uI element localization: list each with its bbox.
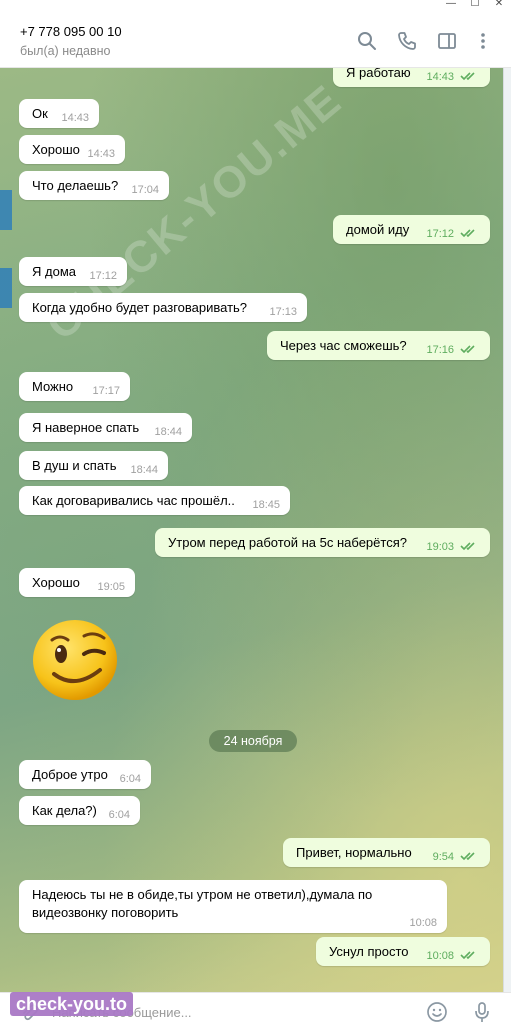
message-time: 19:03 [426, 541, 454, 553]
message-time: 6:04 [119, 773, 141, 785]
message-time: 10:08 [426, 950, 454, 962]
incoming-message[interactable]: Когда удобно будет разговаривать? 17:13 [19, 293, 307, 322]
message-time: 17:04 [131, 184, 159, 196]
message-text: Когда удобно будет разговаривать? [32, 300, 248, 315]
message-text: Ок [32, 106, 48, 121]
chat-history[interactable]: CHECK-YOU.ME Я работаю 14:43 Ок 14:43 Хорошо… [0, 68, 503, 992]
message-time: 17:16 [426, 344, 454, 356]
double-check-icon [460, 852, 475, 861]
incoming-message[interactable]: Ок 14:43 [19, 99, 99, 128]
incoming-message[interactable]: Как договаривались час прошёл.. 18:45 [19, 486, 290, 515]
message-time: 18:44 [130, 464, 158, 476]
incoming-message[interactable]: Я наверное спать 18:44 [19, 413, 192, 442]
message-text: Что делаешь? [32, 178, 119, 193]
incoming-message[interactable]: В душ и спать 18:44 [19, 451, 168, 480]
message-time: 17:12 [89, 270, 117, 282]
close-button[interactable]: ✕ [487, 0, 511, 10]
double-check-icon [460, 229, 475, 238]
site-logo-watermark: check-you.to [10, 992, 134, 1016]
sidebar-toggle-icon[interactable] [436, 30, 458, 52]
message-time: 14:43 [426, 71, 454, 83]
message-time: 10:08 [409, 917, 437, 929]
emoji-icon[interactable] [426, 1001, 448, 1023]
chat-title[interactable]: +7 778 095 00 10 [20, 24, 122, 39]
maximize-button[interactable]: ☐ [463, 0, 487, 10]
background-window-edge [0, 190, 12, 230]
message-text: Доброе утро [32, 767, 108, 782]
message-time: 6:04 [108, 809, 130, 821]
message-time: 18:44 [154, 426, 182, 438]
outgoing-message[interactable]: Я работаю 14:43 [333, 68, 490, 87]
date-separator: 24 ноября [209, 730, 297, 752]
incoming-message[interactable]: Как дела?) 6:04 [19, 796, 140, 825]
double-check-icon [460, 542, 475, 551]
double-check-icon [460, 951, 475, 960]
outgoing-message[interactable]: Через час сможешь? 17:16 [267, 331, 490, 360]
message-time: 9:54 [432, 851, 454, 863]
incoming-message[interactable]: Я дома 17:12 [19, 257, 127, 286]
double-check-icon [460, 72, 475, 81]
incoming-message[interactable]: Что делаешь? 17:04 [19, 171, 169, 200]
message-text: Хорошо [32, 575, 80, 590]
message-time: 18:45 [252, 499, 280, 511]
message-time: 14:43 [87, 148, 115, 160]
microphone-icon[interactable] [471, 1000, 493, 1024]
phone-icon[interactable] [396, 30, 418, 52]
outgoing-message[interactable]: домой иду 17:12 [333, 215, 490, 244]
chat-header: +7 778 095 00 10 был(а) недавно [0, 0, 511, 68]
outgoing-message[interactable]: Утром перед работой на 5с наберётся? 19:0… [155, 528, 490, 557]
message-time: 17:13 [269, 306, 297, 318]
background-window-edge [0, 268, 12, 308]
scrollbar-track[interactable] [503, 68, 511, 992]
message-text: Привет, нормально [296, 845, 412, 860]
incoming-message[interactable]: Хорошо 14:43 [19, 135, 125, 164]
incoming-message[interactable]: Можно 17:17 [19, 372, 130, 401]
minimize-button[interactable]: — [439, 0, 463, 10]
double-check-icon [460, 345, 475, 354]
winking-face-sticker[interactable] [30, 618, 120, 702]
message-text: Уснул просто [329, 944, 409, 959]
chat-status: был(а) недавно [20, 44, 111, 58]
message-time: 17:12 [426, 228, 454, 240]
outgoing-message[interactable]: Привет, нормально 9:54 [283, 838, 490, 867]
message-time: 17:17 [92, 385, 120, 397]
message-text: Можно [32, 379, 74, 394]
message-text: Я работаю [346, 68, 411, 80]
message-time: 19:05 [97, 581, 125, 593]
message-text: Как договаривались час прошёл.. [32, 493, 235, 508]
incoming-message[interactable]: Доброе утро 6:04 [19, 760, 151, 789]
message-text: Надеюсь ты не в обиде,ты утром не ответи… [32, 887, 373, 920]
incoming-message[interactable]: Надеюсь ты не в обиде,ты утром не ответи… [19, 880, 447, 933]
message-text: Я дома [32, 264, 76, 279]
incoming-message[interactable]: Хорошо 19:05 [19, 568, 135, 597]
search-icon[interactable] [356, 30, 378, 52]
message-text: Утром перед работой на 5с наберётся? [168, 535, 407, 550]
message-text: Хорошо [32, 142, 80, 157]
message-text: В душ и спать [32, 458, 117, 473]
more-icon[interactable] [472, 30, 494, 52]
window-controls: — ☐ ✕ [439, 0, 511, 10]
message-text: Через час сможешь? [280, 338, 407, 353]
message-text: Как дела?) [32, 803, 97, 818]
message-time: 14:43 [61, 112, 89, 124]
outgoing-message[interactable]: Уснул просто 10:08 [316, 937, 490, 966]
message-text: домой иду [346, 222, 410, 237]
message-text: Я наверное спать [32, 420, 140, 435]
